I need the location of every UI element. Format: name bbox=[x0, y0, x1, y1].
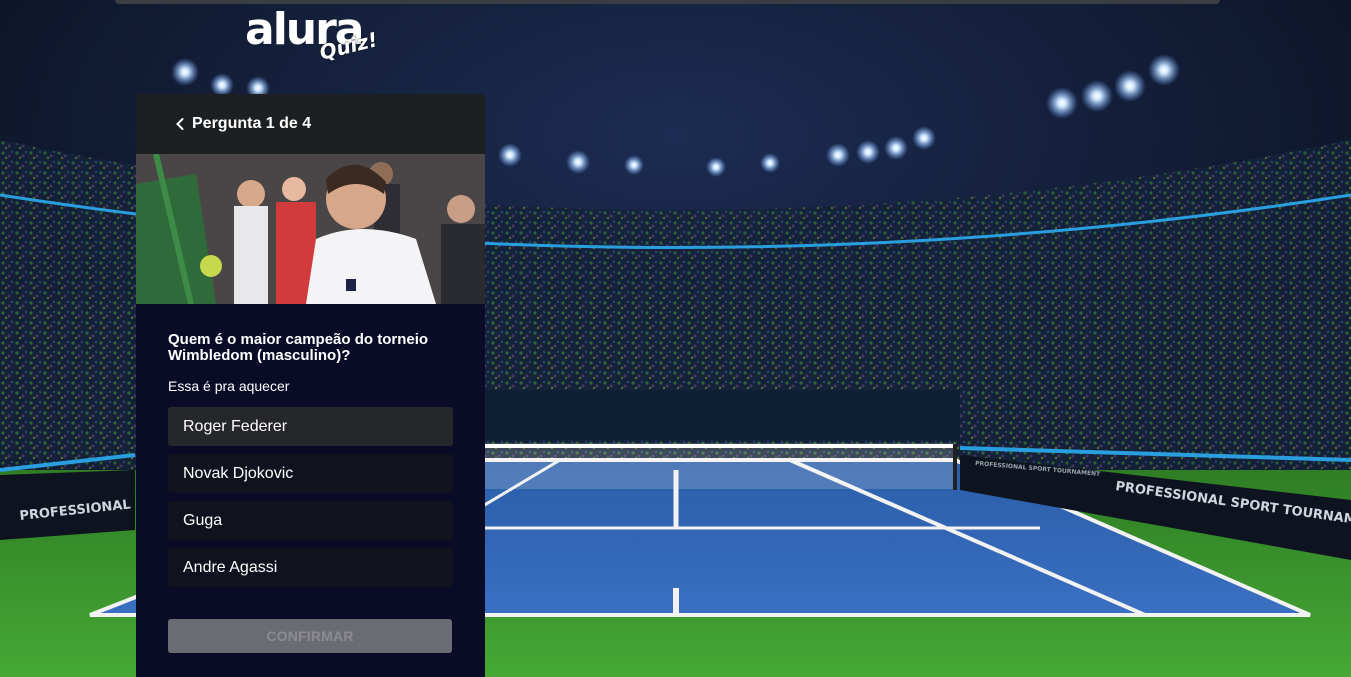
question-body: Quem é o maior campeão do torneio Wimble… bbox=[136, 304, 485, 653]
question-image bbox=[136, 154, 485, 304]
question-description: Essa é pra aquecer bbox=[168, 378, 290, 394]
alura-quiz-logo: alura Quiz! bbox=[245, 4, 385, 70]
chevron-left-icon[interactable] bbox=[172, 116, 188, 132]
answer-option[interactable]: Guga bbox=[168, 501, 453, 540]
question-header: Pergunta 1 de 4 bbox=[136, 94, 485, 154]
answer-option[interactable]: Andre Agassi bbox=[168, 548, 453, 587]
confirm-button[interactable]: CONFIRMAR bbox=[168, 619, 452, 653]
question-counter: Pergunta 1 de 4 bbox=[192, 115, 312, 132]
quiz-card: Pergunta 1 de 4 Quem é o maior campeão d… bbox=[136, 94, 485, 677]
answer-options: Roger Federer Novak Djokovic Guga Andre … bbox=[168, 407, 453, 587]
answer-option[interactable]: Novak Djokovic bbox=[168, 454, 453, 493]
answer-option[interactable]: Roger Federer bbox=[168, 407, 453, 446]
question-title: Quem é o maior campeão do torneio Wimble… bbox=[168, 331, 429, 364]
